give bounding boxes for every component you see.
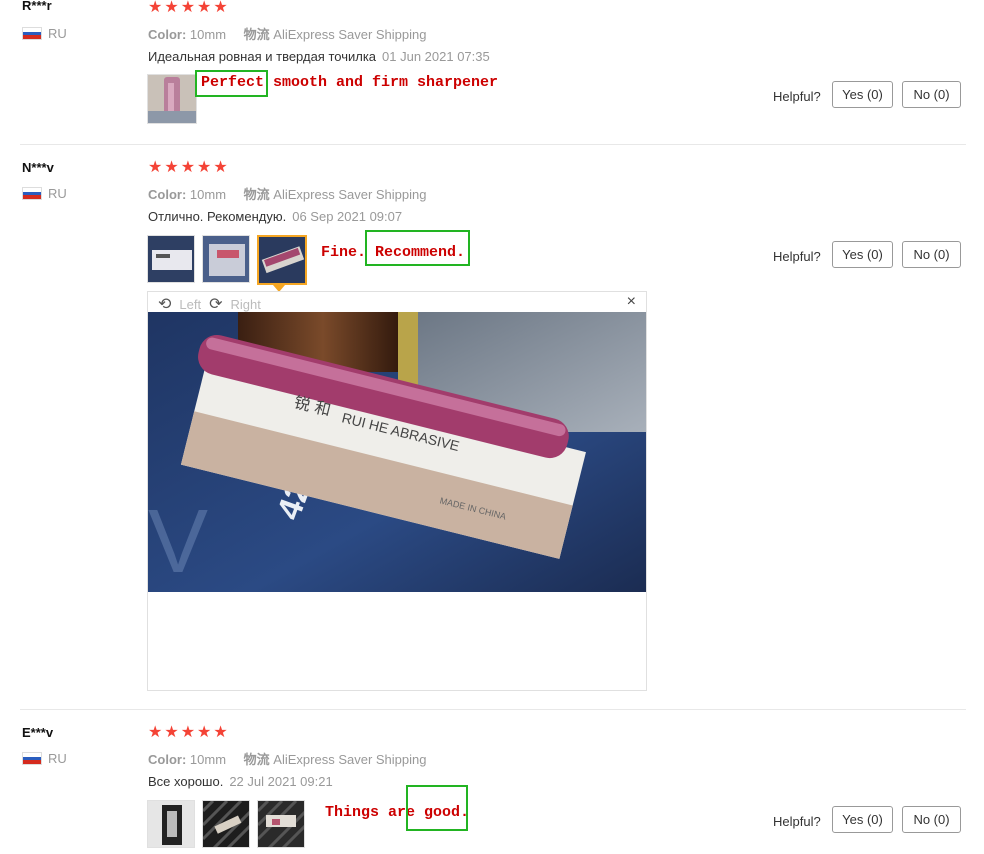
star-icon: ★ xyxy=(213,724,228,741)
review-text-line: Идеальная ровная и твердая точилка 01 Jun… xyxy=(148,49,490,64)
russia-flag-icon xyxy=(22,752,42,765)
review-photo-thumb[interactable] xyxy=(202,800,250,848)
color-value: 10mm xyxy=(189,27,227,42)
translation-text: Perfect smooth and firm sharpener xyxy=(201,74,499,91)
russia-flag-icon xyxy=(22,27,42,40)
reviewer-name: N***v xyxy=(22,160,54,175)
svg-text:V: V xyxy=(148,492,208,592)
photo-package-icon xyxy=(203,236,249,282)
helpful-label: Helpful? xyxy=(773,814,821,829)
country-code: RU xyxy=(48,26,67,41)
review-text: Все хорошо. xyxy=(148,774,224,789)
logistics-value: AliExpress Saver Shipping xyxy=(273,187,427,202)
review-text: Идеальная ровная и твердая точилка xyxy=(148,49,377,64)
reviewer-country: RU xyxy=(22,26,67,41)
star-icon: ★ xyxy=(180,724,196,741)
review-photo-thumb[interactable] xyxy=(147,235,195,283)
reviewer-country: RU xyxy=(22,751,67,766)
review-photo-thumb[interactable] xyxy=(202,235,250,283)
viewer-toolbar: ⟲ Left ⟳ Right xyxy=(158,294,261,314)
image-viewer: ⟲ Left ⟳ Right × 42 V RUI HE ABRASIVE 锐 … xyxy=(147,291,647,691)
star-icon: ★ xyxy=(164,724,179,741)
photo-sharpener-icon xyxy=(148,75,196,123)
review-text: Отлично. Рекомендую. xyxy=(148,209,287,224)
country-code: RU xyxy=(48,751,67,766)
order-info: Color: 10mm 物流 AliExpress Saver Shipping xyxy=(148,749,441,768)
review-photo-thumb[interactable] xyxy=(257,800,305,848)
rotate-right-button[interactable]: Right xyxy=(231,297,261,312)
rotate-left-icon[interactable]: ⟲ xyxy=(158,294,171,314)
helpful-label: Helpful? xyxy=(773,249,821,264)
review-photo-thumb-active[interactable] xyxy=(257,235,307,285)
review-divider xyxy=(20,144,966,145)
review-photo-thumb[interactable] xyxy=(147,74,197,124)
reviewer-name: E***v xyxy=(22,725,54,740)
star-rating: ★ ★ ★ ★ ★ xyxy=(148,0,228,16)
helpful-label: Helpful? xyxy=(773,89,821,104)
star-icon: ★ xyxy=(164,159,179,176)
star-icon: ★ xyxy=(164,0,179,16)
star-icon: ★ xyxy=(213,0,228,16)
viewer-photo: 42 V RUI HE ABRASIVE 锐 和 MADE IN CHINA xyxy=(148,312,646,592)
helpful-no-button[interactable]: No (0) xyxy=(902,806,961,833)
review-date: 22 Jul 2021 09:21 xyxy=(229,774,333,789)
rotate-right-icon[interactable]: ⟳ xyxy=(209,294,222,314)
review-text-line: Отлично. Рекомендую. 06 Sep 2021 09:07 xyxy=(148,209,402,224)
order-info: Color: 10mm 物流 AliExpress Saver Shipping xyxy=(148,24,441,43)
color-label: Color: xyxy=(148,752,187,767)
star-rating: ★ ★ ★ ★ ★ xyxy=(148,725,228,741)
helpful-yes-button[interactable]: Yes (0) xyxy=(832,806,893,833)
photo-sharpener-icon xyxy=(258,801,304,847)
helpful-no-button[interactable]: No (0) xyxy=(902,81,961,108)
photo-sharpener-icon xyxy=(259,237,305,283)
rotate-left-button[interactable]: Left xyxy=(179,297,201,312)
review-divider xyxy=(20,709,966,710)
logistics-value: AliExpress Saver Shipping xyxy=(273,27,427,42)
logistics-label: 物流 xyxy=(243,27,270,42)
review-photo-thumb[interactable] xyxy=(147,800,195,848)
photo-sharpener-icon xyxy=(148,801,194,847)
reviewer-name: R***r xyxy=(22,0,52,13)
star-icon: ★ xyxy=(148,724,163,741)
star-icon: ★ xyxy=(180,0,196,16)
helpful-yes-button[interactable]: Yes (0) xyxy=(832,241,893,268)
review-date: 06 Sep 2021 09:07 xyxy=(292,209,403,224)
star-icon: ★ xyxy=(197,0,212,16)
star-icon: ★ xyxy=(197,159,212,176)
star-icon: ★ xyxy=(213,159,228,176)
review-date: 01 Jun 2021 07:35 xyxy=(382,49,490,64)
viewer-close-button[interactable]: × xyxy=(627,293,636,311)
star-icon: ★ xyxy=(197,724,212,741)
color-value: 10mm xyxy=(189,187,227,202)
reviewer-country: RU xyxy=(22,186,67,201)
logistics-value: AliExpress Saver Shipping xyxy=(273,752,427,767)
helpful-yes-button[interactable]: Yes (0) xyxy=(832,81,893,108)
helpful-no-button[interactable]: No (0) xyxy=(902,241,961,268)
russia-flag-icon xyxy=(22,187,42,200)
photo-package-icon xyxy=(148,236,194,282)
order-info: Color: 10mm 物流 AliExpress Saver Shipping xyxy=(148,184,441,203)
star-icon: ★ xyxy=(180,159,196,176)
photo-sharpener-icon xyxy=(203,801,249,847)
highlight-box xyxy=(406,785,468,831)
logistics-label: 物流 xyxy=(243,752,270,767)
color-label: Color: xyxy=(148,187,187,202)
country-code: RU xyxy=(48,186,67,201)
sharpener-photo-icon: 42 V RUI HE ABRASIVE 锐 和 MADE IN CHINA xyxy=(148,312,646,592)
star-icon: ★ xyxy=(148,0,163,16)
star-rating: ★ ★ ★ ★ ★ xyxy=(148,160,228,176)
highlight-box xyxy=(365,230,470,266)
color-value: 10mm xyxy=(189,752,227,767)
logistics-label: 物流 xyxy=(243,187,270,202)
star-icon: ★ xyxy=(148,159,163,176)
review-text-line: Все хорошо. 22 Jul 2021 09:21 xyxy=(148,774,333,789)
color-label: Color: xyxy=(148,27,187,42)
